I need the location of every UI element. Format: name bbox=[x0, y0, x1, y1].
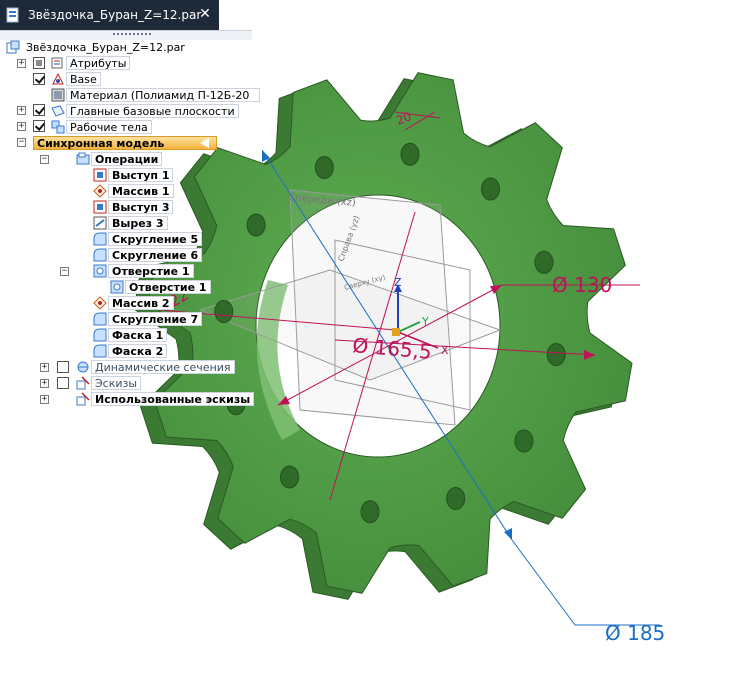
tree-item-material[interactable]: Материал (Полиамид П-12Б-20 ТУ bbox=[66, 88, 260, 115]
tree-item-operation[interactable]: Выступ 1 bbox=[108, 168, 174, 182]
round-icon bbox=[93, 312, 107, 326]
dynamic-sections-checkbox[interactable] bbox=[57, 361, 69, 373]
expand-dynamic-sections[interactable]: + bbox=[40, 363, 49, 372]
tree-item-base[interactable]: Base bbox=[66, 72, 101, 86]
mounting-hole bbox=[246, 213, 266, 237]
bodies-icon bbox=[51, 120, 65, 134]
close-icon[interactable]: ✕ bbox=[197, 6, 213, 22]
tree-root-label: Звёздочка_Буран_Z=12.par bbox=[22, 40, 189, 54]
tree-item-dynamic-sections[interactable]: Динамические сечения bbox=[91, 360, 235, 374]
material-icon bbox=[51, 88, 65, 102]
collapse-hole-1[interactable]: − bbox=[60, 267, 69, 276]
sync-model-label: Синхронная модель bbox=[37, 137, 165, 150]
tree-item-operation[interactable]: Фаска 1 bbox=[108, 328, 168, 342]
collapse-sync-model[interactable]: − bbox=[17, 138, 26, 147]
mounting-hole bbox=[514, 429, 534, 453]
tree-item-sketches[interactable]: Эскизы bbox=[91, 376, 142, 390]
tree-item-operation[interactable]: Отверстие 1 bbox=[125, 280, 211, 294]
attributes-checkbox[interactable] bbox=[33, 57, 45, 69]
tree-item-operation[interactable]: Массив 2 bbox=[108, 296, 174, 310]
tree-item-operation[interactable]: Отверстие 1 bbox=[108, 264, 194, 278]
mounting-hole bbox=[481, 177, 500, 201]
collapse-operations[interactable]: − bbox=[40, 155, 49, 164]
mounting-hole bbox=[214, 300, 234, 323]
document-tab[interactable]: Звёздочка_Буран_Z=12.par ✕ bbox=[0, 0, 219, 30]
tree-item-used-sketches[interactable]: Использованные эскизы bbox=[91, 392, 255, 406]
tree-item-bodies[interactable]: Рабочие тела bbox=[66, 120, 152, 134]
sketch-icon bbox=[76, 376, 90, 390]
part-icon bbox=[6, 40, 20, 54]
pattern-icon bbox=[93, 296, 107, 310]
expand-attributes[interactable]: + bbox=[17, 59, 26, 68]
mounting-hole bbox=[314, 156, 334, 179]
document-tab-bar: Звёздочка_Буран_Z=12.par ✕ bbox=[0, 0, 738, 40]
round-icon bbox=[93, 248, 107, 262]
axis-label-y: Y bbox=[421, 315, 429, 328]
round-icon bbox=[93, 328, 107, 342]
base-checkbox[interactable] bbox=[33, 73, 45, 85]
mounting-hole bbox=[360, 500, 380, 524]
mounting-hole bbox=[280, 465, 299, 489]
document-tab-title: Звёздочка_Буран_Z=12.par bbox=[28, 8, 202, 22]
axis-label-x: X bbox=[441, 344, 449, 357]
dimension-diameter-185[interactable]: Ø 185 bbox=[605, 621, 665, 645]
tree-item-operation[interactable]: Фаска 2 bbox=[108, 344, 168, 358]
used-sketch-icon bbox=[76, 392, 90, 406]
bodies-checkbox[interactable] bbox=[33, 120, 45, 132]
main-planes-checkbox[interactable] bbox=[33, 104, 45, 116]
tree-item-operation[interactable]: Скругление 5 bbox=[108, 232, 203, 246]
tree-item-main-planes[interactable]: Главные базовые плоскости bbox=[66, 104, 239, 118]
section-icon bbox=[77, 361, 89, 373]
planes-icon bbox=[51, 105, 65, 117]
selection-arrow-icon bbox=[200, 138, 209, 148]
tree-item-operations[interactable]: Операции bbox=[91, 152, 163, 166]
dimension-diameter-130[interactable]: Ø 130 bbox=[552, 273, 612, 297]
round-icon bbox=[93, 344, 107, 358]
expand-used-sketches[interactable]: + bbox=[40, 395, 49, 404]
expand-main-planes[interactable]: + bbox=[17, 106, 26, 115]
operations-icon bbox=[76, 152, 90, 165]
protrusion-icon bbox=[93, 168, 107, 182]
tree-item-attributes[interactable]: Атрибуты bbox=[66, 56, 131, 70]
tree-item-sync-model[interactable]: Синхронная модель bbox=[33, 136, 217, 150]
mounting-hole bbox=[400, 142, 420, 166]
attributes-icon bbox=[51, 57, 63, 69]
mounting-hole bbox=[446, 487, 466, 510]
tree-item-operation[interactable]: Вырез 3 bbox=[108, 216, 168, 230]
hole-icon bbox=[110, 280, 124, 294]
cutout-icon bbox=[93, 216, 107, 230]
protrusion-icon bbox=[93, 200, 107, 214]
mounting-hole bbox=[534, 250, 554, 274]
expand-sketches[interactable]: + bbox=[40, 379, 49, 388]
tree-item-operation[interactable]: Скругление 6 bbox=[108, 248, 203, 262]
tree-item-operation[interactable]: Скругление 7 bbox=[108, 312, 203, 326]
hole-icon bbox=[93, 264, 107, 278]
expand-bodies[interactable]: + bbox=[17, 122, 26, 131]
axis-label-z: Z bbox=[394, 276, 402, 289]
base-icon bbox=[52, 72, 64, 85]
tree-item-operation[interactable]: Массив 1 bbox=[108, 184, 174, 198]
tree-item-operation[interactable]: Выступ 3 bbox=[108, 200, 174, 214]
sketches-checkbox[interactable] bbox=[57, 377, 69, 389]
part-document-icon bbox=[6, 7, 19, 23]
round-icon bbox=[93, 232, 107, 246]
pattern-icon bbox=[93, 184, 107, 198]
mounting-hole bbox=[546, 343, 566, 366]
